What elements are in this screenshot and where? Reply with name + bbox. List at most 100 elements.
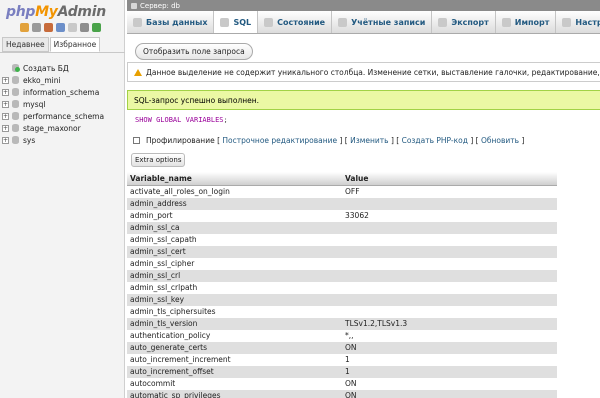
tree-item-db[interactable]: + ekko_mini bbox=[2, 74, 104, 86]
variable-name-cell: admin_ssl_cert bbox=[127, 245, 342, 258]
variable-name-cell: admin_port bbox=[127, 209, 342, 222]
value-cell bbox=[342, 281, 557, 294]
value-cell bbox=[342, 257, 557, 270]
navigation-sidebar: phpMyAdmin Недавнее Избранное Создать БД… bbox=[0, 0, 125, 398]
tree-item-label[interactable]: Создать БД bbox=[23, 64, 69, 73]
table-row[interactable]: admin_ssl_capath bbox=[127, 233, 557, 246]
result-panel: SQL-запрос успешно выполнен. SHOW GLOBAL… bbox=[127, 90, 600, 176]
logo-part: php bbox=[6, 4, 36, 20]
logo-part: Admin bbox=[57, 4, 107, 20]
profiling-checkbox[interactable] bbox=[133, 137, 140, 144]
import-icon bbox=[501, 17, 511, 27]
tree-item-label[interactable]: information_schema bbox=[23, 88, 99, 97]
table-row[interactable]: admin_tls_version TLSv1.2,TLSv1.3 bbox=[127, 317, 557, 330]
tab-recent[interactable]: Недавнее bbox=[2, 37, 49, 52]
tab-sql[interactable]: SQL bbox=[214, 11, 259, 33]
table-row[interactable]: authentication_policy *,, bbox=[127, 329, 557, 342]
expand-icon[interactable]: + bbox=[2, 100, 9, 108]
tab-label: Экспорт bbox=[451, 17, 489, 27]
database-icon bbox=[11, 76, 20, 84]
value-cell bbox=[342, 233, 557, 246]
variable-name-cell: admin_tls_version bbox=[127, 317, 342, 330]
value-cell: OFF bbox=[342, 185, 557, 198]
table-row[interactable]: admin_ssl_crl bbox=[127, 269, 557, 282]
tab-export[interactable]: Экспорт bbox=[432, 11, 496, 33]
tab-settings[interactable]: Настройки bbox=[556, 11, 600, 33]
table-row[interactable]: admin_tls_ciphersuites bbox=[127, 305, 557, 318]
table-row[interactable]: admin_address bbox=[127, 197, 557, 210]
logout-icon[interactable] bbox=[44, 23, 53, 32]
tree-item-new-db[interactable]: Создать БД bbox=[2, 62, 104, 74]
variable-name-cell: admin_ssl_cipher bbox=[127, 257, 342, 270]
table-row[interactable]: admin_ssl_crlpath bbox=[127, 281, 557, 294]
tab-label: SQL bbox=[233, 17, 252, 27]
tab-label: Настройки bbox=[575, 17, 600, 27]
value-cell: 33062 bbox=[342, 209, 557, 222]
database-icon bbox=[11, 88, 20, 96]
tree-item-label[interactable]: mysql bbox=[23, 100, 46, 109]
table-row[interactable]: admin_ssl_key bbox=[127, 293, 557, 306]
create-php-code-link[interactable]: Создать PHP-код bbox=[402, 136, 468, 145]
extra-options-button[interactable]: Extra options bbox=[131, 153, 186, 167]
table-row[interactable]: admin_ssl_cert bbox=[127, 245, 557, 258]
tab-user-accounts[interactable]: Учётные записи bbox=[332, 11, 433, 33]
value-cell: ON bbox=[342, 377, 557, 390]
settings-icon[interactable] bbox=[80, 23, 89, 32]
sidebar-icon-bar bbox=[20, 23, 101, 32]
logo-part: My bbox=[35, 4, 58, 20]
table-row[interactable]: admin_ssl_cipher bbox=[127, 257, 557, 270]
table-row[interactable]: automatic_sp_privileges ON bbox=[127, 389, 557, 398]
help-icon[interactable] bbox=[56, 23, 65, 32]
table-row[interactable]: auto_increment_increment 1 bbox=[127, 353, 557, 366]
variable-name-cell: activate_all_roles_on_login bbox=[127, 185, 342, 198]
docs-icon[interactable] bbox=[68, 23, 77, 32]
table-row[interactable]: auto_generate_certs ON bbox=[127, 341, 557, 354]
column-header-variable-name[interactable]: Variable_name bbox=[127, 172, 342, 186]
tab-import[interactable]: Импорт bbox=[496, 11, 557, 33]
edit-link[interactable]: Изменить bbox=[350, 136, 388, 145]
column-header-value[interactable]: Value bbox=[342, 172, 557, 186]
home-icon[interactable] bbox=[20, 23, 29, 32]
table-row[interactable]: admin_ssl_ca bbox=[127, 221, 557, 234]
server-breadcrumb: Сервер: db bbox=[127, 0, 600, 11]
tree-item-label[interactable]: stage_maxonor bbox=[23, 124, 81, 133]
table-row[interactable]: activate_all_roles_on_login OFF bbox=[127, 185, 557, 198]
database-icon[interactable] bbox=[32, 23, 41, 32]
tree-item-db[interactable]: + performance_schema bbox=[2, 110, 104, 122]
tab-status[interactable]: Состояние bbox=[258, 11, 333, 33]
query-options: Профилирование [ Построчное редактирован… bbox=[133, 136, 524, 145]
profiling-label[interactable]: Профилирование bbox=[146, 136, 215, 145]
tab-favorites[interactable]: Избранное bbox=[49, 37, 101, 52]
tree-item-db[interactable]: + stage_maxonor bbox=[2, 122, 104, 134]
database-icon bbox=[11, 112, 20, 120]
tree-item-db[interactable]: + mysql bbox=[2, 98, 104, 110]
tree-item-label[interactable]: performance_schema bbox=[23, 112, 104, 121]
expand-icon[interactable]: + bbox=[2, 124, 9, 132]
table-row[interactable]: auto_increment_offset 1 bbox=[127, 365, 557, 378]
users-icon bbox=[338, 17, 348, 27]
table-row[interactable]: autocommit ON bbox=[127, 377, 557, 390]
phpmyadmin-logo[interactable]: phpMyAdmin bbox=[6, 4, 106, 20]
value-cell bbox=[342, 221, 557, 234]
tree-item-label[interactable]: sys bbox=[23, 136, 35, 145]
inline-edit-link[interactable]: Построчное редактирование bbox=[222, 136, 337, 145]
refresh-link[interactable]: Обновить bbox=[481, 136, 519, 145]
expand-icon[interactable]: + bbox=[2, 136, 9, 144]
breadcrumb-label[interactable]: Сервер: db bbox=[140, 2, 180, 10]
show-query-box-button[interactable]: Отобразить поле запроса bbox=[135, 43, 253, 60]
table-row[interactable]: admin_port 33062 bbox=[127, 209, 557, 222]
expand-icon[interactable]: + bbox=[2, 112, 9, 120]
server-icon bbox=[131, 2, 137, 9]
tab-databases[interactable]: Базы данных bbox=[127, 11, 215, 33]
sql-keyword: SHOW GLOBAL VARIABLES bbox=[135, 116, 224, 124]
expand-icon[interactable]: + bbox=[2, 88, 9, 96]
tab-label: Импорт bbox=[514, 17, 550, 27]
value-cell bbox=[342, 305, 557, 318]
value-cell: 1 bbox=[342, 365, 557, 378]
reload-icon[interactable] bbox=[92, 23, 101, 32]
bracket: [ bbox=[217, 136, 221, 145]
tree-item-db[interactable]: + sys bbox=[2, 134, 104, 146]
tree-item-db[interactable]: + information_schema bbox=[2, 86, 104, 98]
expand-icon[interactable]: + bbox=[2, 76, 9, 84]
tree-item-label[interactable]: ekko_mini bbox=[23, 76, 61, 85]
